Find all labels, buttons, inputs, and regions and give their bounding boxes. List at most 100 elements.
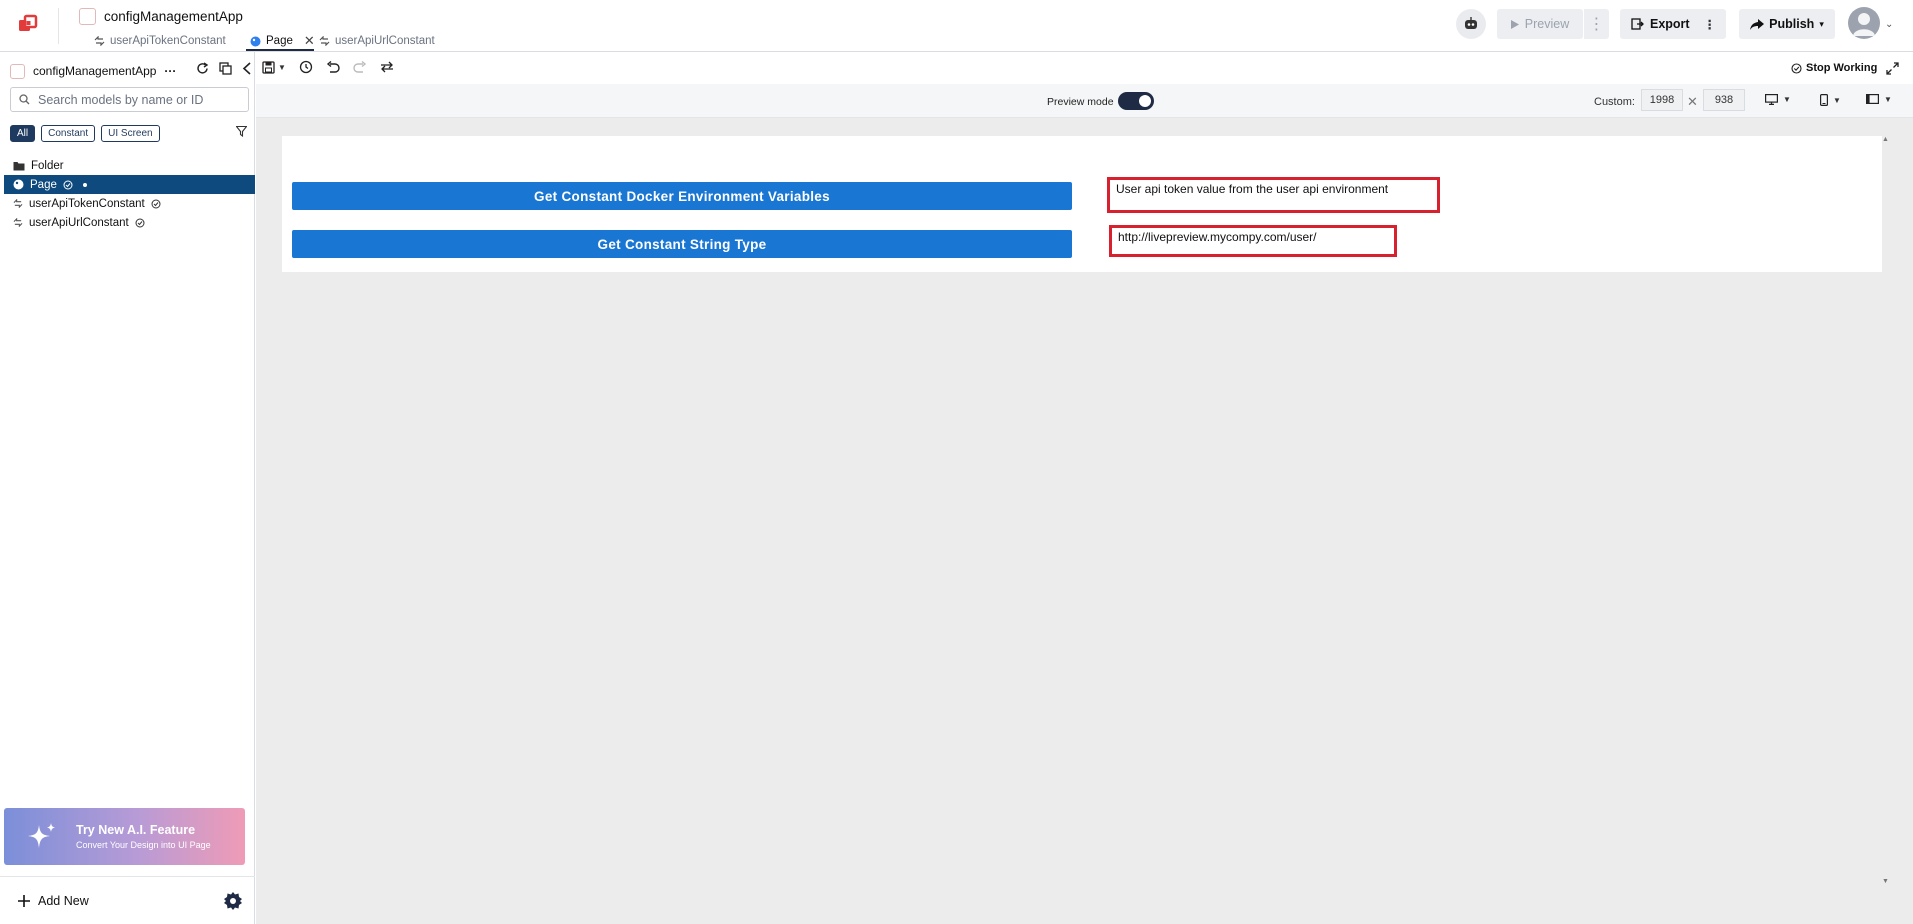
tree-item-label: userApiTokenConstant [29,197,145,210]
chevron-down-icon: ▾ [1819,18,1824,29]
verified-icon [63,180,73,190]
collapse-sidebar-icon[interactable] [242,62,252,75]
preview-label: Preview [1524,17,1570,31]
frame-icon [1866,94,1879,104]
constant-icon [13,199,23,208]
expand-icon[interactable] [1886,62,1899,75]
folder-icon [13,161,25,171]
filter-ui-screen[interactable]: UI Screen [101,125,160,142]
sidebar-footer: Add New [0,876,255,924]
custom-size-label: Custom: [1594,96,1635,108]
undo-icon[interactable] [326,60,340,74]
url-result-text: http://livepreview.mycompy.com/user/ [1109,225,1397,257]
mobile-icon [1820,94,1828,106]
model-sidebar: configManagementApp ··· All Constant UI … [0,52,255,924]
tree-item-label: userApiUrlConstant [29,216,129,229]
redo-icon[interactable] [353,60,367,74]
more-horizontal-icon[interactable]: ··· [164,64,176,78]
tab-userApiTokenConstant[interactable]: userApiTokenConstant [94,31,226,51]
tab-page[interactable]: Page ✕ [250,31,315,51]
preview-button[interactable]: Preview [1497,9,1583,39]
app-title: configManagementApp [104,9,243,24]
chevron-down-icon: ▼ [1884,94,1892,104]
preview-more-button[interactable]: ⋮ [1583,9,1609,39]
close-icon[interactable]: ✕ [1687,94,1698,110]
page-icon [13,179,24,190]
get-string-type-button[interactable]: Get Constant String Type [292,230,1072,258]
tree-item-folder[interactable]: Folder [4,156,255,175]
constant-icon [13,218,23,227]
brand-logo-icon[interactable] [17,13,39,35]
more-vertical-icon[interactable]: ⋮ [1704,17,1717,32]
tree-item-userApiUrlConstant[interactable]: userApiUrlConstant [4,213,255,232]
export-button[interactable]: Export ⋮ [1620,9,1726,39]
verified-icon [151,199,161,209]
tree-item-page[interactable]: Page [4,175,255,194]
height-input[interactable]: 938 [1703,89,1745,111]
project-selector[interactable]: configManagementApp ··· [10,62,176,80]
robot-icon [1463,16,1479,32]
plus-icon [18,894,30,907]
add-new-button[interactable]: Add New [18,894,89,908]
page-icon [250,36,261,47]
publish-label: Publish [1769,17,1815,31]
tab-label: userApiTokenConstant [110,35,226,47]
scroll-up-icon[interactable]: ▲ [1882,136,1889,143]
tab-label: userApiUrlConstant [335,35,435,47]
mobile-device-button[interactable]: ▼ [1820,94,1841,106]
play-icon [1510,19,1519,29]
sparkle-icon [26,821,58,853]
filter-icon[interactable] [236,126,247,137]
tab-userApiUrlConstant[interactable]: userApiUrlConstant [319,31,435,51]
active-tab-indicator [246,49,314,51]
refresh-icon[interactable] [196,62,209,75]
token-result-text: User api token value from the user api e… [1107,177,1440,213]
ai-feature-banner[interactable]: Try New A.I. Feature Convert Your Design… [4,808,245,865]
save-icon[interactable]: ▼ [262,60,286,74]
gear-icon[interactable] [223,891,243,911]
scroll-down-icon[interactable]: ▼ [1882,878,1889,885]
search-icon [19,94,30,105]
export-label: Export [1650,17,1690,31]
filter-all[interactable]: All [10,125,36,142]
tree-item-label: Folder [31,159,64,172]
stop-working-label: Stop Working [1806,62,1878,74]
history-icon[interactable] [299,60,313,74]
get-docker-env-button[interactable]: Get Constant Docker Environment Variable… [292,182,1072,210]
width-input[interactable]: 1998 [1641,89,1683,111]
desktop-device-button[interactable]: ▼ [1765,94,1791,105]
tree-item-label: Page [30,178,57,191]
swap-icon[interactable] [380,61,394,73]
constant-icon [319,36,330,46]
search-field[interactable] [10,87,249,112]
export-icon [1631,18,1644,30]
search-input[interactable] [38,92,238,107]
ai-banner-title: Try New A.I. Feature [76,823,196,837]
chevron-down-icon: ▼ [1783,95,1791,104]
app-icon [79,8,96,25]
project-icon [10,63,25,79]
layout-frame-button[interactable]: ▼ [1866,94,1892,104]
project-name: configManagementApp [33,64,157,78]
stop-working-button[interactable]: Stop Working [1791,62,1877,74]
desktop-icon [1765,94,1778,105]
ai-banner-subtitle: Convert Your Design into UI Page [76,840,211,850]
ai-assistant-button[interactable] [1456,9,1486,39]
close-icon[interactable]: ✕ [304,33,315,49]
add-new-label: Add New [38,893,89,908]
editor-toolbar: ▼ Stop Working [256,52,1913,84]
preview-mode-toggle[interactable] [1118,92,1154,110]
chevron-down-icon[interactable]: ⌄ [1885,19,1893,30]
copy-icon[interactable] [219,62,232,75]
more-vertical-icon: ⋮ [1588,16,1605,33]
tab-label: Page [266,35,293,47]
canvas-scrollbar[interactable]: ▲ ▼ [1882,136,1892,888]
publish-button[interactable]: Publish ▾ [1739,9,1835,39]
user-avatar[interactable] [1848,7,1880,39]
verified-icon [135,218,145,228]
filter-constant[interactable]: Constant [41,125,96,142]
share-arrow-icon [1750,18,1765,30]
top-header: configManagementApp userApiTokenConstant… [0,0,1913,52]
unsaved-dot-icon [82,182,87,187]
tree-item-userApiTokenConstant[interactable]: userApiTokenConstant [4,194,255,213]
